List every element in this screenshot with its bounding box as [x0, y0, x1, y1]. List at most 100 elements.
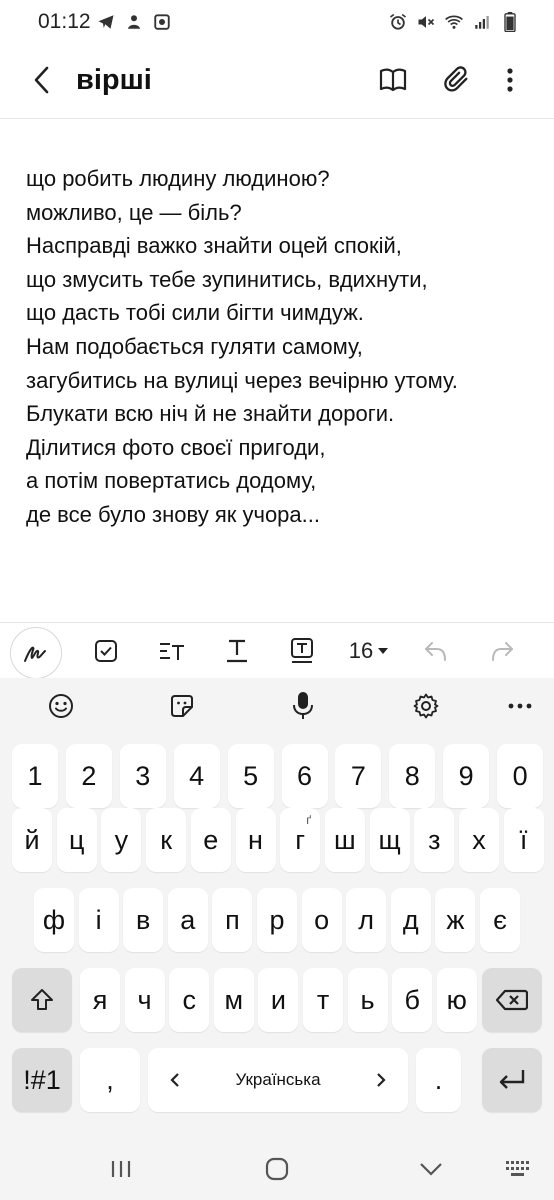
key-letter[interactable]: т: [303, 968, 343, 1032]
checkbox-button[interactable]: [88, 629, 124, 673]
key-label: 6: [296, 760, 313, 791]
keyboard-switch-button[interactable]: [500, 1154, 536, 1184]
key-letter[interactable]: х: [459, 808, 499, 872]
paragraph-style-icon: [160, 643, 184, 660]
key-letter[interactable]: б: [392, 968, 433, 1032]
more-options-button[interactable]: [492, 62, 528, 98]
key-digit[interactable]: 8: [389, 744, 436, 808]
key-label: и: [270, 984, 286, 1015]
period-key[interactable]: .: [416, 1048, 461, 1112]
key-letter[interactable]: я: [80, 968, 120, 1032]
key-letter[interactable]: а: [167, 888, 208, 952]
key-letter[interactable]: щ: [369, 808, 410, 872]
key-letter[interactable]: м: [213, 968, 254, 1032]
reading-mode-button[interactable]: [375, 62, 411, 98]
key-letter[interactable]: е: [190, 808, 231, 872]
key-digit[interactable]: 5: [227, 744, 274, 808]
key-letter[interactable]: в: [123, 888, 164, 952]
key-letter[interactable]: п: [212, 888, 253, 952]
home-button[interactable]: [259, 1154, 295, 1184]
keyboard-settings-button[interactable]: [406, 686, 446, 726]
key-letter[interactable]: к: [146, 808, 187, 872]
paragraph-style-button[interactable]: [154, 629, 190, 673]
keyboard-more-button[interactable]: [500, 686, 540, 726]
key-letter[interactable]: н: [235, 808, 276, 872]
key-letter[interactable]: є: [480, 888, 520, 952]
microphone-icon: [293, 692, 313, 719]
key-digit[interactable]: 9: [443, 744, 490, 808]
key-label: 1: [27, 760, 43, 791]
chevron-left-icon: [34, 66, 49, 94]
key-label: 5: [243, 760, 259, 791]
key-letter[interactable]: з: [414, 808, 455, 872]
key-digit[interactable]: 0: [497, 744, 544, 808]
key-label: ж: [446, 904, 465, 935]
key-letter[interactable]: ї: [503, 808, 544, 872]
key-letter[interactable]: ф: [34, 888, 74, 952]
space-key[interactable]: Українська: [148, 1048, 408, 1112]
key-letter[interactable]: ь: [347, 968, 388, 1032]
emoji-button[interactable]: [41, 686, 81, 726]
hide-keyboard-button[interactable]: [413, 1154, 449, 1184]
key-digit[interactable]: 7: [335, 744, 382, 808]
voice-input-button[interactable]: [283, 686, 323, 726]
shift-key[interactable]: [12, 968, 72, 1032]
key-label: щ: [378, 824, 401, 855]
text-style-button[interactable]: [219, 629, 255, 673]
home-icon: [265, 1157, 289, 1181]
key-digit[interactable]: 1: [12, 744, 58, 808]
key-digit[interactable]: 4: [173, 744, 220, 808]
key-letter[interactable]: ш: [324, 808, 365, 872]
key-digit[interactable]: 2: [65, 744, 112, 808]
key-label: ї: [519, 824, 528, 855]
key-letter[interactable]: о: [301, 888, 342, 952]
key-letter[interactable]: ч: [124, 968, 165, 1032]
key-digit[interactable]: 3: [119, 744, 166, 808]
redo-button[interactable]: [484, 629, 520, 673]
key-label: г: [295, 824, 306, 855]
enter-key[interactable]: [482, 1048, 542, 1112]
key-digit[interactable]: 6: [281, 744, 328, 808]
key-label: 9: [458, 760, 474, 791]
text-background-button[interactable]: [284, 629, 320, 673]
undo-button[interactable]: [418, 629, 454, 673]
key-letter[interactable]: і: [78, 888, 119, 952]
key-letter[interactable]: гґ: [280, 808, 321, 872]
backspace-key[interactable]: [482, 968, 542, 1032]
more-vertical-icon: [507, 68, 513, 92]
pen-icon: [24, 646, 46, 662]
note-line: де все було знову як учора...: [26, 501, 320, 527]
key-letter[interactable]: й: [12, 808, 52, 872]
enter-icon: [499, 1070, 525, 1089]
key-letter[interactable]: ц: [56, 808, 97, 872]
key-letter[interactable]: и: [258, 968, 299, 1032]
backspace-icon: [496, 989, 528, 1011]
key-label: ц: [68, 824, 85, 855]
font-size-dropdown[interactable]: 16: [344, 629, 394, 673]
key-letter[interactable]: д: [390, 888, 431, 952]
recent-apps-button[interactable]: [103, 1154, 139, 1184]
key-label: п: [225, 904, 240, 935]
symbols-key[interactable]: !#1: [12, 1048, 72, 1112]
key-letter[interactable]: л: [346, 888, 387, 952]
shift-icon: [31, 989, 53, 1010]
key-letter[interactable]: р: [257, 888, 297, 952]
key-label: с: [182, 984, 196, 1015]
key-label: 0: [512, 760, 528, 791]
handwriting-button[interactable]: [10, 627, 62, 679]
key-letter[interactable]: ж: [435, 888, 476, 952]
status-bar: 01:12: [0, 0, 554, 44]
app-header: вірші: [0, 44, 554, 118]
comma-key[interactable]: ,: [80, 1048, 140, 1112]
key-letter[interactable]: с: [169, 968, 210, 1032]
note-body-editor[interactable]: що робить людину людиною? можливо, це — …: [26, 162, 546, 532]
key-label: ч: [137, 984, 152, 1015]
attach-button[interactable]: [439, 62, 475, 98]
key-letter[interactable]: ю: [436, 968, 477, 1032]
sticker-button[interactable]: [162, 686, 202, 726]
keyboard-icon: [506, 1161, 529, 1176]
camera-notification-icon: [152, 12, 172, 32]
back-button[interactable]: [24, 62, 60, 98]
key-letter[interactable]: у: [101, 808, 142, 872]
alarm-icon: [388, 12, 408, 32]
